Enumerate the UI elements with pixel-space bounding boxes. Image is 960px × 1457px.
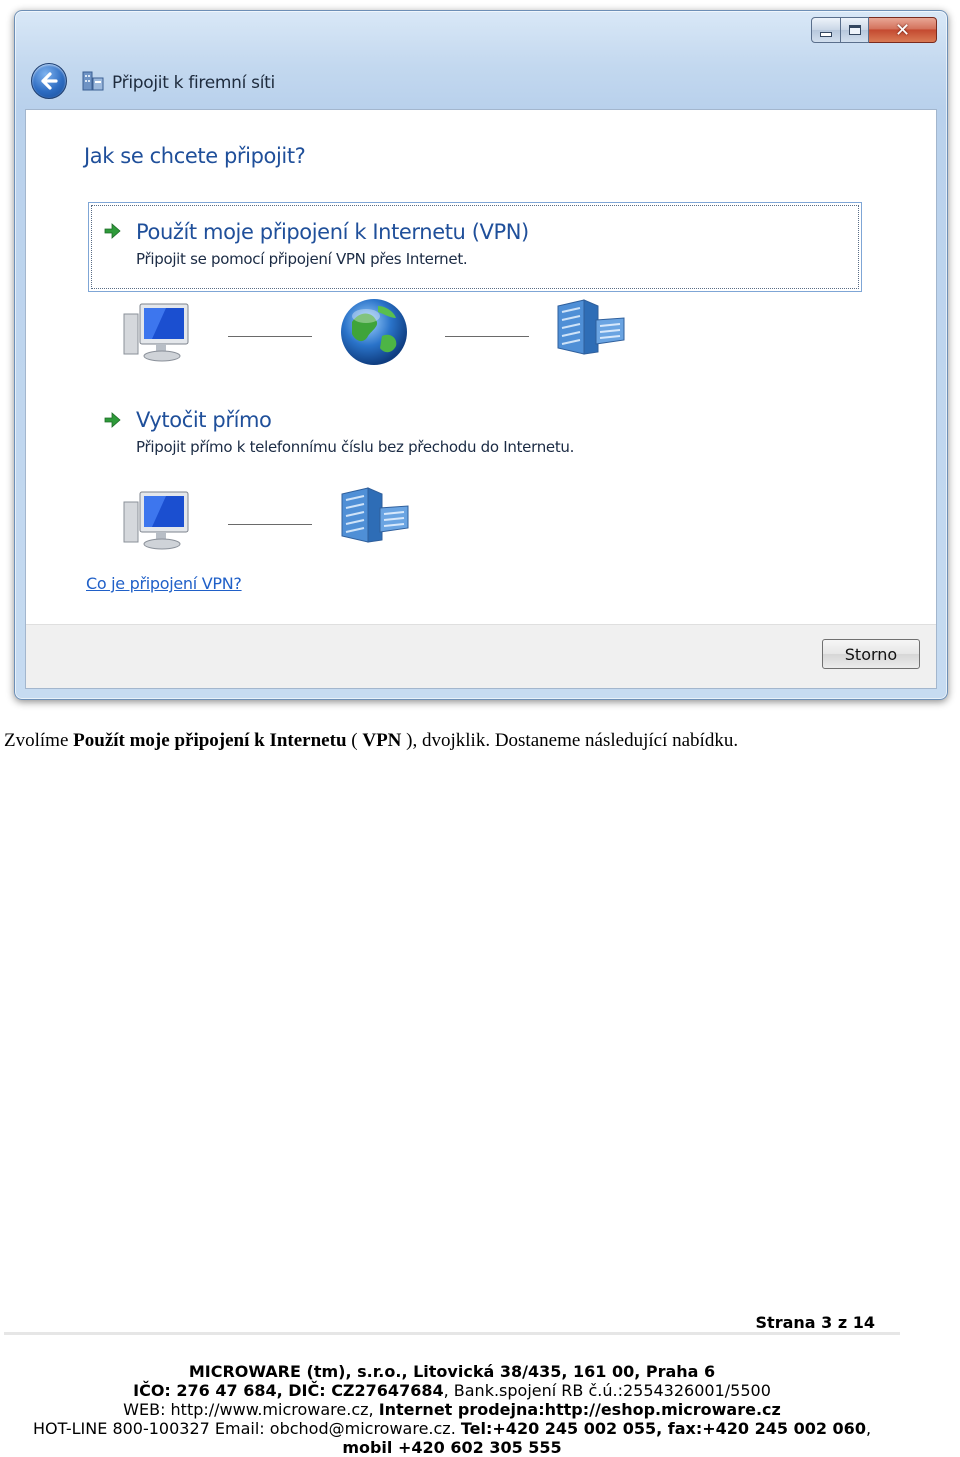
connection-line xyxy=(445,336,529,337)
option-vpn-title[interactable]: Použít moje připojení k Internetu (VPN) xyxy=(136,220,529,244)
company-address: MICROWARE (tm), s.r.o., Litovická 38/435… xyxy=(188,1362,716,1381)
back-button[interactable] xyxy=(31,63,67,99)
bold-text: VPN xyxy=(362,730,402,751)
wizard-footer: Storno xyxy=(26,624,936,688)
network-icon xyxy=(82,71,104,91)
bank-info: , Bank.spojení RB č.ú.:2554326001/5500 xyxy=(443,1381,771,1400)
footer-divider xyxy=(4,1332,900,1335)
option-dial-desc: Připojit přímo k telefonnímu číslu bez p… xyxy=(136,438,575,456)
option-vpn-desc: Připojit se pomocí připojení VPN přes In… xyxy=(136,250,468,268)
maximize-button[interactable] xyxy=(841,17,869,43)
minimize-button[interactable] xyxy=(811,17,841,43)
text: ( xyxy=(346,730,363,751)
back-arrow-icon xyxy=(41,72,58,90)
company-footer: MICROWARE (tm), s.r.o., Litovická 38/435… xyxy=(0,1362,904,1457)
instruction-paragraph: Zvolíme Použít moje připojení k Internet… xyxy=(4,730,738,752)
server-building-icon xyxy=(341,487,409,543)
page-number: Strana 3 z 14 xyxy=(755,1313,875,1332)
wizard-content: Jak se chcete připojit? Použít moje přip… xyxy=(25,109,937,689)
wizard-screenshot: ✕ Připojit k firemní síti Jak se chcete … xyxy=(0,0,960,712)
page-heading: Jak se chcete připojit? xyxy=(84,144,306,168)
eshop-info: Internet prodejna:http://eshop.microware… xyxy=(378,1400,781,1419)
close-button[interactable]: ✕ xyxy=(869,17,937,43)
window-title: Připojit k firemní síti xyxy=(112,73,275,93)
maximize-icon xyxy=(848,25,861,35)
company-ids: IČO: 276 47 684, DIČ: CZ27647684 xyxy=(133,1381,444,1400)
option-vpn-selected[interactable] xyxy=(88,202,862,292)
minimize-icon xyxy=(820,31,832,37)
text: , xyxy=(865,1419,872,1438)
cancel-button[interactable]: Storno xyxy=(822,639,920,669)
what-is-vpn-link[interactable]: Co je připojení VPN? xyxy=(86,574,242,593)
option-dial-title[interactable]: Vytočit přímo xyxy=(136,408,272,432)
green-arrow-icon xyxy=(104,223,121,239)
close-icon: ✕ xyxy=(894,19,911,41)
text: Zvolíme xyxy=(4,730,74,751)
computer-icon xyxy=(123,491,189,550)
globe-icon xyxy=(341,299,407,365)
hotline-email: HOT-LINE 800-100327 Email: obchod@microw… xyxy=(32,1419,461,1438)
web-info: WEB: http://www.microware.cz, xyxy=(123,1400,379,1419)
caption-buttons: ✕ xyxy=(811,17,937,45)
computer-icon xyxy=(123,303,189,362)
phone-fax: Tel:+420 245 002 055, fax:+420 245 002 0… xyxy=(460,1419,866,1438)
text: ), dvojklik. Dostaneme následující nabíd… xyxy=(401,730,739,751)
connection-line xyxy=(228,336,312,337)
wizard-window: ✕ Připojit k firemní síti Jak se chcete … xyxy=(14,10,948,700)
mobile-number: mobil +420 602 305 555 xyxy=(342,1438,562,1457)
server-building-icon xyxy=(557,299,625,355)
connection-line xyxy=(228,524,312,525)
bold-text: Použít moje připojení k Internetu xyxy=(73,730,347,751)
green-arrow-icon xyxy=(104,412,121,428)
